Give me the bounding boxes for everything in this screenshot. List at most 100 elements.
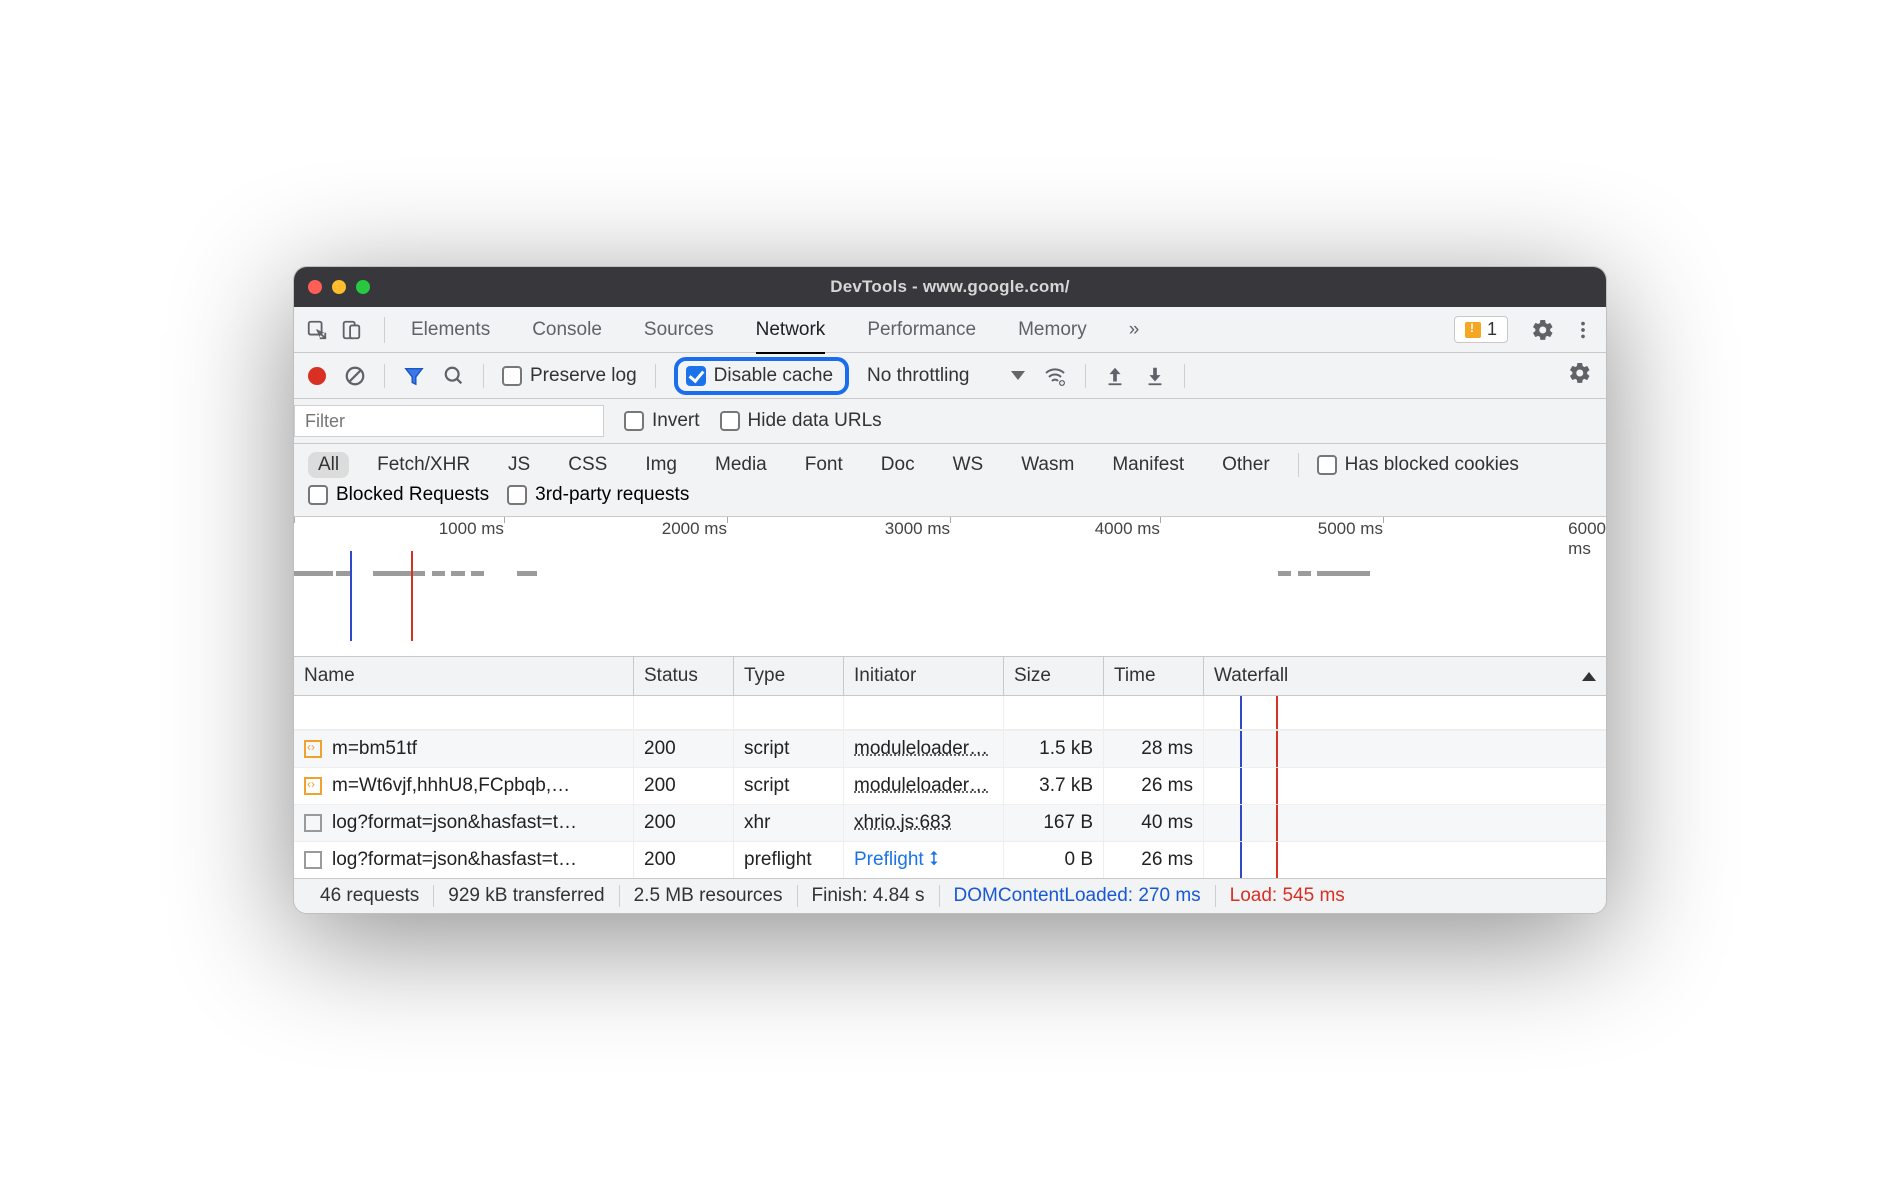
sort-asc-icon xyxy=(1582,672,1596,681)
type-ws[interactable]: WS xyxy=(943,452,994,478)
cell-size: 1.5 kB xyxy=(1014,738,1093,760)
status-finish: Finish: 4.84 s xyxy=(798,885,940,907)
type-all[interactable]: All xyxy=(308,452,349,478)
network-conditions-icon[interactable] xyxy=(1043,364,1067,388)
cell-size: 167 B xyxy=(1014,812,1093,834)
tab-console[interactable]: Console xyxy=(532,319,602,341)
disable-cache-label: Disable cache xyxy=(714,365,833,387)
cell-initiator[interactable]: Preflight ⭥ xyxy=(854,849,939,870)
timeline-overview[interactable]: 1000 ms 2000 ms 3000 ms 4000 ms 5000 ms … xyxy=(294,517,1606,657)
preserve-log-label: Preserve log xyxy=(530,365,637,387)
separator xyxy=(384,364,385,388)
cell-waterfall xyxy=(1204,767,1606,804)
cell-type: xhr xyxy=(734,804,844,841)
script-file-icon xyxy=(304,777,322,795)
cell-type: script xyxy=(734,767,844,804)
checkbox-icon xyxy=(507,485,527,505)
cell-waterfall xyxy=(1204,804,1606,841)
cell-status: 200 xyxy=(634,730,734,767)
disable-cache-checkbox[interactable]: Disable cache xyxy=(686,365,833,387)
status-requests: 46 requests xyxy=(306,885,434,907)
type-img[interactable]: Img xyxy=(635,452,687,478)
has-blocked-cookies-checkbox[interactable]: Has blocked cookies xyxy=(1317,454,1519,476)
col-name[interactable]: Name xyxy=(294,657,634,695)
col-initiator[interactable]: Initiator xyxy=(844,657,1004,695)
table-row[interactable]: log?format=json&hasfast=t… 200 preflight… xyxy=(294,841,1606,878)
tick-5000: 5000 ms xyxy=(1318,519,1383,539)
clear-button[interactable] xyxy=(344,365,366,387)
table-row[interactable]: log?format=json&hasfast=t… 200 xhr xhrio… xyxy=(294,804,1606,841)
cell-name: log?format=json&hasfast=t… xyxy=(332,812,577,834)
separator xyxy=(384,317,385,343)
cell-initiator[interactable]: moduleloader… xyxy=(854,738,988,759)
col-waterfall[interactable]: Waterfall xyxy=(1204,657,1606,695)
tab-performance[interactable]: Performance xyxy=(867,319,976,341)
tick-2000: 2000 ms xyxy=(662,519,727,539)
script-file-icon xyxy=(304,740,322,758)
document-file-icon xyxy=(304,814,322,832)
table-row[interactable]: m=bm51tf 200 script moduleloader… 1.5 kB… xyxy=(294,730,1606,767)
table-spacer xyxy=(294,696,1606,730)
cell-waterfall xyxy=(1204,841,1606,878)
cell-initiator[interactable]: moduleloader… xyxy=(854,775,988,796)
invert-checkbox[interactable]: Invert xyxy=(624,410,700,432)
window-title: DevTools - www.google.com/ xyxy=(294,277,1606,297)
tab-sources[interactable]: Sources xyxy=(644,319,714,341)
devtools-window: DevTools - www.google.com/ Elements Cons… xyxy=(293,266,1607,914)
tab-overflow[interactable]: » xyxy=(1129,319,1140,341)
has-blocked-cookies-label: Has blocked cookies xyxy=(1345,454,1519,476)
table-header: Name Status Type Initiator Size Time Wat… xyxy=(294,657,1606,696)
col-status[interactable]: Status xyxy=(634,657,734,695)
preserve-log-checkbox[interactable]: Preserve log xyxy=(502,365,637,387)
hide-data-urls-checkbox[interactable]: Hide data URLs xyxy=(720,410,882,432)
separator xyxy=(1085,364,1086,388)
issues-count: 1 xyxy=(1487,319,1497,340)
titlebar: DevTools - www.google.com/ xyxy=(294,267,1606,307)
download-har-icon[interactable] xyxy=(1144,365,1166,387)
type-manifest[interactable]: Manifest xyxy=(1102,452,1194,478)
tab-elements[interactable]: Elements xyxy=(411,319,490,341)
blocked-requests-label: Blocked Requests xyxy=(336,484,489,506)
type-media[interactable]: Media xyxy=(705,452,777,478)
kebab-menu-icon[interactable] xyxy=(1570,317,1596,343)
issues-chip[interactable]: 1 xyxy=(1454,316,1508,343)
third-party-requests-checkbox[interactable]: 3rd-party requests xyxy=(507,484,689,506)
status-load: Load: 545 ms xyxy=(1216,885,1359,907)
col-size[interactable]: Size xyxy=(1004,657,1104,695)
cell-time: 28 ms xyxy=(1114,738,1193,760)
col-time[interactable]: Time xyxy=(1104,657,1204,695)
type-css[interactable]: CSS xyxy=(558,452,617,478)
inspect-element-icon[interactable] xyxy=(304,317,330,343)
tab-memory[interactable]: Memory xyxy=(1018,319,1087,341)
throttling-select[interactable]: No throttling xyxy=(867,365,1025,387)
checkbox-icon xyxy=(686,366,706,386)
status-domcontentloaded: DOMContentLoaded: 270 ms xyxy=(940,885,1216,907)
network-toolbar: Preserve log Disable cache No throttling xyxy=(294,353,1606,399)
settings-icon[interactable] xyxy=(1530,317,1556,343)
type-font[interactable]: Font xyxy=(795,452,853,478)
type-fetch-xhr[interactable]: Fetch/XHR xyxy=(367,452,480,478)
record-button[interactable] xyxy=(308,367,326,385)
cell-initiator[interactable]: xhrio.js:683 xyxy=(854,812,951,833)
filter-icon[interactable] xyxy=(403,365,425,387)
search-icon[interactable] xyxy=(443,365,465,387)
type-other[interactable]: Other xyxy=(1212,452,1280,478)
checkbox-icon xyxy=(502,366,522,386)
type-wasm[interactable]: Wasm xyxy=(1011,452,1084,478)
panel-settings-icon[interactable] xyxy=(1568,361,1592,391)
type-js[interactable]: JS xyxy=(498,452,540,478)
cell-status: 200 xyxy=(634,841,734,878)
col-type[interactable]: Type xyxy=(734,657,844,695)
filter-input[interactable] xyxy=(294,405,604,437)
requests-table: Name Status Type Initiator Size Time Wat… xyxy=(294,657,1606,878)
type-doc[interactable]: Doc xyxy=(871,452,925,478)
table-row[interactable]: m=Wt6vjf,hhhU8,FCpbqb,… 200 script modul… xyxy=(294,767,1606,804)
blocked-requests-checkbox[interactable]: Blocked Requests xyxy=(308,484,489,506)
separator xyxy=(483,364,484,388)
separator xyxy=(655,364,656,388)
disable-cache-highlight: Disable cache xyxy=(674,357,849,395)
upload-har-icon[interactable] xyxy=(1104,365,1126,387)
device-toolbar-icon[interactable] xyxy=(338,317,364,343)
tab-network[interactable]: Network xyxy=(756,319,826,354)
cell-status: 200 xyxy=(634,767,734,804)
